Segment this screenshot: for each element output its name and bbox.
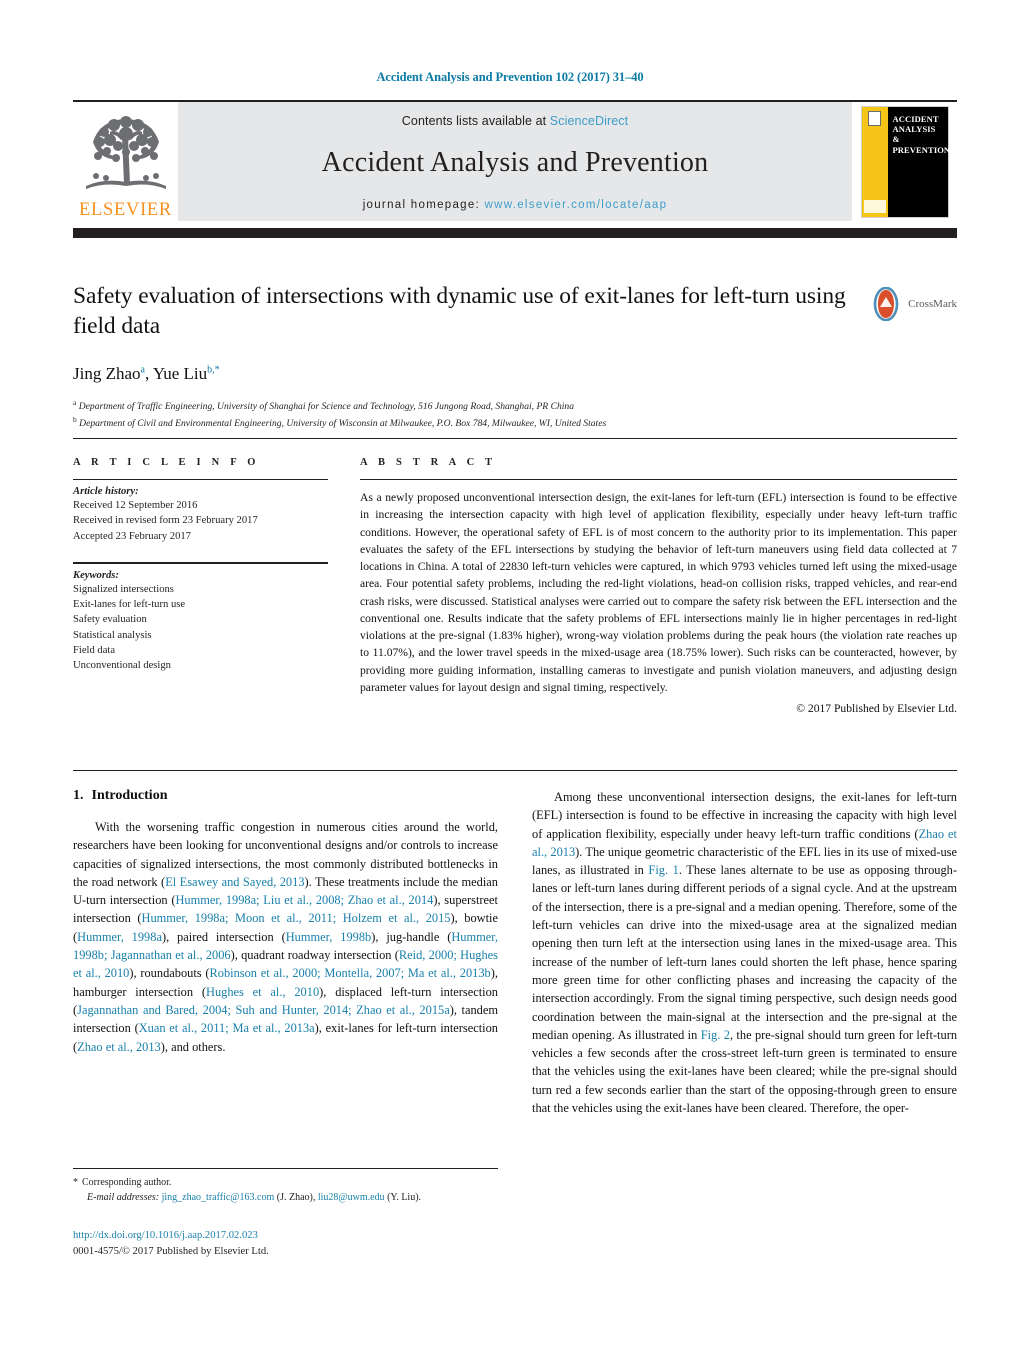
cover-line-3: & [892, 134, 900, 145]
article-history-group: Article history: Received 12 September 2… [73, 480, 328, 544]
cover-line-2: ANALYSIS [892, 123, 936, 134]
elsevier-wordmark: ELSEVIER [79, 199, 172, 220]
issn-copyright-line: 0001-4575/© 2017 Published by Elsevier L… [73, 1246, 269, 1258]
title-block: Safety evaluation of intersections with … [73, 282, 957, 431]
masthead-center: Contents lists available at ScienceDirec… [178, 102, 852, 221]
cover-line-1: ACCIDENT [892, 113, 939, 124]
article-history-label: Article history: [73, 486, 139, 497]
corresponding-author-star: * [214, 364, 220, 376]
section-number: 1. [73, 788, 84, 803]
keyword-item: Exit-lanes for left-turn use [73, 599, 186, 610]
doi-block: http://dx.doi.org/10.1016/j.aap.2017.02.… [73, 1228, 573, 1261]
body-column-left: 1. Introduction With the worsening traffi… [73, 788, 498, 1117]
journal-homepage-line: journal homepage: www.elsevier.com/locat… [363, 199, 668, 211]
journal-cover-block: ACCIDENT ANALYSIS & PREVENTION [852, 102, 957, 221]
author-2-affil-marker: b, [207, 364, 215, 376]
corresponding-author-footnote: * Corresponding author. E-mail addresses:… [73, 1168, 498, 1205]
keywords-group: Keywords: Signalized intersections Exit-… [73, 564, 328, 674]
cover-footer-mark [863, 199, 886, 213]
history-item: Received 12 September 2016 [73, 500, 198, 511]
section-heading-introduction: 1. Introduction [73, 788, 498, 804]
email-link-1[interactable]: jing_zhao_traffic@163.com [162, 1192, 275, 1203]
abstract-heading: A B S T R A C T [360, 457, 497, 468]
footnote-line-1: * Corresponding author. [73, 1175, 498, 1190]
crossmark-label: CrossMark [908, 298, 957, 310]
journal-masthead: ELSEVIER Contents lists available at Sci… [73, 100, 957, 221]
journal-homepage-link[interactable]: www.elsevier.com/locate/aap [485, 199, 668, 211]
affiliations: a Department of Traffic Engineering, Uni… [73, 397, 957, 432]
email-owner-1: (J. Zhao), [276, 1192, 316, 1203]
sciencedirect-link[interactable]: ScienceDirect [550, 114, 628, 128]
footnote-corresponding-text: Corresponding author. [82, 1177, 172, 1188]
body-column-right: Among these unconventional intersection … [532, 788, 957, 1117]
elsevier-logo: ELSEVIER [73, 102, 178, 221]
keyword-item: Signalized intersections [73, 583, 174, 595]
contents-available-line: Contents lists available at ScienceDirec… [402, 114, 628, 128]
affiliation-b-marker: b [73, 415, 77, 425]
emails-label: E-mail addresses: [87, 1192, 160, 1203]
article-page: Accident Analysis and Prevention 102 (20… [0, 0, 1020, 1351]
crossmark-icon [873, 287, 899, 321]
history-item: Received in revised form 23 February 201… [73, 515, 258, 527]
keyword-item: Safety evaluation [73, 614, 147, 626]
author-1: Jing Zhao [73, 363, 141, 383]
band-bottom-rule [73, 770, 957, 771]
intro-paragraph-right: Among these unconventional intersection … [532, 790, 958, 1116]
affiliation-a-marker: a [73, 397, 77, 407]
info-abstract-band: A R T I C L E I N F O Article history: R… [73, 438, 957, 715]
affiliation-b: b Department of Civil and Environmental … [73, 414, 957, 431]
keywords-label: Keywords: [73, 569, 119, 581]
cover-yellow-band [861, 106, 888, 217]
abstract-text: As a newly proposed unconventional inter… [360, 491, 957, 694]
cover-title-text: ACCIDENT ANALYSIS & PREVENTION [888, 107, 955, 217]
crossmark-badge[interactable]: CrossMark [869, 287, 957, 321]
affiliation-a-text: Department of Traffic Engineering, Unive… [78, 400, 575, 412]
affiliation-a: a Department of Traffic Engineering, Uni… [73, 397, 957, 414]
masthead-black-bar [73, 228, 957, 238]
keyword-item: Unconventional design [73, 660, 171, 671]
intro-paragraph-left: With the worsening traffic congestion in… [73, 820, 498, 1054]
section-title: Introduction [91, 788, 168, 803]
keyword-item: Field data [73, 644, 116, 656]
affiliation-b-text: Department of Civil and Environmental En… [79, 418, 607, 430]
contents-prefix: Contents lists available at [401, 114, 550, 128]
journal-title: Accident Analysis and Prevention [321, 146, 709, 178]
email-owner-2: (Y. Liu). [387, 1192, 422, 1203]
article-info-column: A R T I C L E I N F O Article history: R… [73, 457, 328, 715]
footnote-line-2: E-mail addresses: jing_zhao_traffic@163.… [73, 1190, 498, 1205]
running-head: Accident Analysis and Prevention 102 (20… [376, 70, 644, 84]
homepage-prefix: journal homepage: [362, 199, 485, 211]
abstract-copyright: © 2017 Published by Elsevier Ltd. [796, 702, 957, 716]
cover-elsevier-icon [868, 110, 881, 126]
cover-line-4: PREVENTION [892, 144, 951, 155]
author-list: Jing Zhaoa, Yue Liub,* [73, 364, 957, 384]
keyword-item: Statistical analysis [73, 629, 152, 641]
journal-cover-thumbnail: ACCIDENT ANALYSIS & PREVENTION [860, 105, 950, 218]
author-2: , Yue Liu [144, 363, 208, 383]
doi-link[interactable]: http://dx.doi.org/10.1016/j.aap.2017.02.… [73, 1228, 573, 1244]
body-columns: 1. Introduction With the worsening traffi… [73, 788, 957, 1117]
abstract-column: A B S T R A C T As a newly proposed unco… [360, 457, 957, 715]
page-title: Safety evaluation of intersections with … [73, 283, 846, 339]
elsevier-tree-icon [85, 115, 166, 189]
history-item: Accepted 23 February 2017 [73, 530, 191, 542]
email-link-2[interactable]: liu28@uwm.edu [318, 1192, 385, 1203]
footnote-star: * [73, 1177, 78, 1188]
article-info-heading: A R T I C L E I N F O [73, 457, 260, 468]
